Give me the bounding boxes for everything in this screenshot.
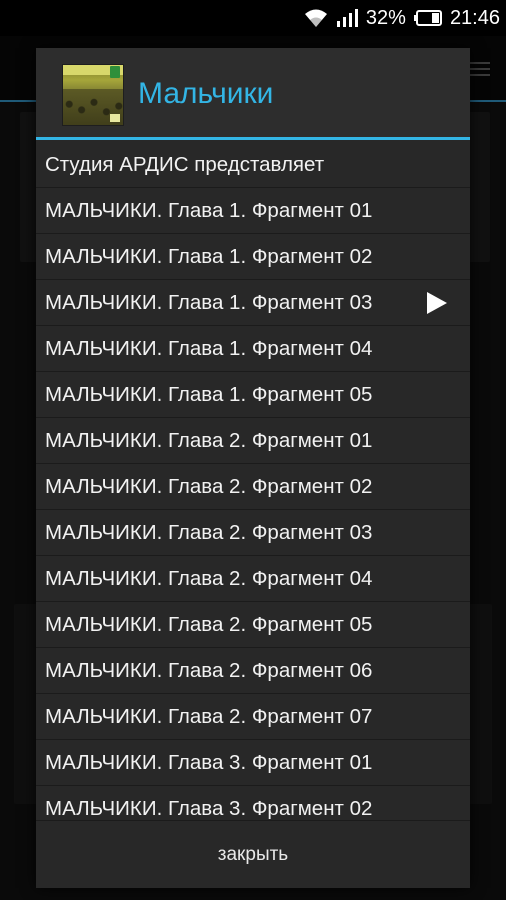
signal-icon — [336, 8, 358, 28]
track-item[interactable]: МАЛЬЧИКИ. Глава 2. Фрагмент 02 — [36, 464, 470, 510]
track-item[interactable]: МАЛЬЧИКИ. Глава 1. Фрагмент 04 — [36, 326, 470, 372]
close-button[interactable]: закрыть — [36, 820, 470, 888]
track-label: МАЛЬЧИКИ. Глава 3. Фрагмент 02 — [45, 796, 373, 820]
track-list[interactable]: Студия АРДИС представляет МАЛЬЧИКИ. Глава… — [36, 142, 470, 820]
track-item[interactable]: МАЛЬЧИКИ. Глава 2. Фрагмент 04 — [36, 556, 470, 602]
track-label: МАЛЬЧИКИ. Глава 1. Фрагмент 04 — [45, 336, 373, 360]
clock: 21:46 — [449, 6, 500, 29]
track-item[interactable]: Студия АРДИС представляет — [36, 142, 470, 188]
battery-icon — [413, 10, 442, 26]
playlist-dialog: Мальчики Студия АРДИС представляет МАЛЬЧИ… — [36, 48, 470, 888]
track-item[interactable]: МАЛЬЧИКИ. Глава 2. Фрагмент 07 — [36, 694, 470, 740]
dialog-title: Мальчики — [138, 77, 274, 110]
track-label: Студия АРДИС представляет — [45, 152, 325, 176]
track-label: МАЛЬЧИКИ. Глава 2. Фрагмент 02 — [45, 474, 373, 498]
track-item[interactable]: МАЛЬЧИКИ. Глава 2. Фрагмент 06 — [36, 648, 470, 694]
status-bar: 32% 21:46 — [0, 0, 506, 36]
track-label: МАЛЬЧИКИ. Глава 3. Фрагмент 01 — [45, 750, 373, 774]
track-label: МАЛЬЧИКИ. Глава 1. Фрагмент 05 — [45, 382, 373, 406]
track-label: МАЛЬЧИКИ. Глава 2. Фрагмент 06 — [45, 658, 373, 682]
track-item[interactable]: МАЛЬЧИКИ. Глава 1. Фрагмент 02 — [36, 234, 470, 280]
track-item[interactable]: МАЛЬЧИКИ. Глава 2. Фрагмент 01 — [36, 418, 470, 464]
track-item[interactable]: МАЛЬЧИКИ. Глава 3. Фрагмент 01 — [36, 740, 470, 786]
track-label: МАЛЬЧИКИ. Глава 2. Фрагмент 04 — [45, 566, 373, 590]
wifi-icon — [304, 8, 328, 28]
play-icon — [427, 292, 447, 314]
track-label: МАЛЬЧИКИ. Глава 1. Фрагмент 02 — [45, 244, 373, 268]
album-cover-icon — [62, 64, 124, 126]
track-label: МАЛЬЧИКИ. Глава 2. Фрагмент 03 — [45, 520, 373, 544]
track-item[interactable]: МАЛЬЧИКИ. Глава 1. Фрагмент 03 — [36, 280, 470, 326]
background-menu-icon — [470, 58, 490, 80]
dialog-header: Мальчики — [36, 48, 470, 140]
track-item[interactable]: МАЛЬЧИКИ. Глава 2. Фрагмент 03 — [36, 510, 470, 556]
track-label: МАЛЬЧИКИ. Глава 2. Фрагмент 05 — [45, 612, 373, 636]
track-label: МАЛЬЧИКИ. Глава 2. Фрагмент 01 — [45, 428, 373, 452]
track-item[interactable]: МАЛЬЧИКИ. Глава 3. Фрагмент 02 — [36, 786, 470, 820]
track-item[interactable]: МАЛЬЧИКИ. Глава 1. Фрагмент 05 — [36, 372, 470, 418]
track-item[interactable]: МАЛЬЧИКИ. Глава 2. Фрагмент 05 — [36, 602, 470, 648]
track-label: МАЛЬЧИКИ. Глава 2. Фрагмент 07 — [45, 704, 373, 728]
track-label: МАЛЬЧИКИ. Глава 1. Фрагмент 01 — [45, 198, 373, 222]
battery-percent: 32% — [365, 6, 406, 29]
track-item[interactable]: МАЛЬЧИКИ. Глава 1. Фрагмент 01 — [36, 188, 470, 234]
track-label: МАЛЬЧИКИ. Глава 1. Фрагмент 03 — [45, 290, 373, 314]
